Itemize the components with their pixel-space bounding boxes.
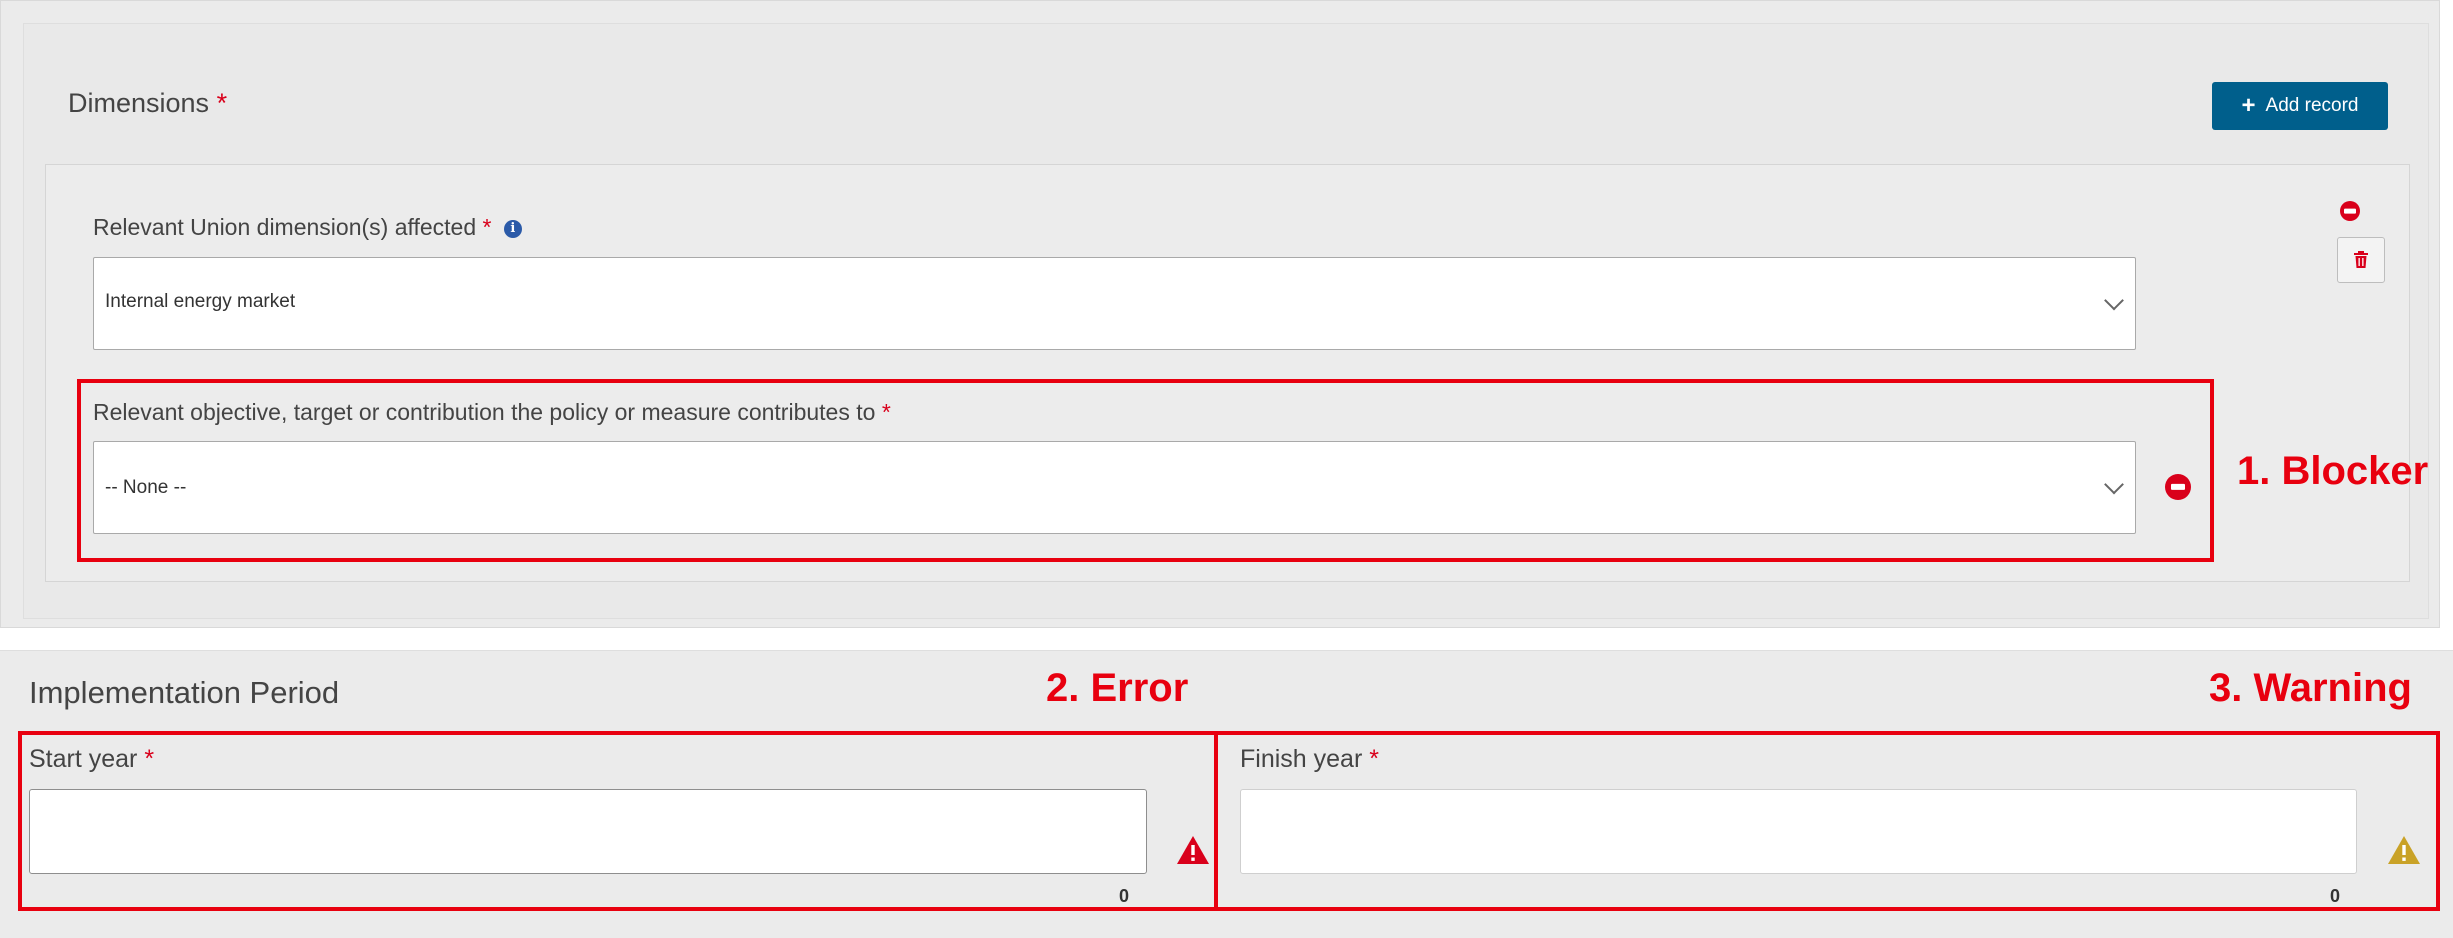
union-dimension-value: Internal energy market xyxy=(105,290,296,312)
add-record-label: Add record xyxy=(2265,95,2359,116)
delete-record-button[interactable] xyxy=(2337,237,2385,283)
required-mark: * xyxy=(881,399,891,425)
info-icon[interactable]: i xyxy=(503,220,522,238)
required-mark: * xyxy=(216,88,228,118)
error-callout: 2. Error xyxy=(1046,666,1189,710)
union-dimension-select[interactable]: Internal energy market xyxy=(93,257,2136,350)
chevron-down-icon xyxy=(2104,290,2124,310)
blocker-callout: 1. Blocker xyxy=(2237,449,2429,493)
required-mark: * xyxy=(482,214,492,240)
finish-year-char-count: 0 xyxy=(2330,886,2341,906)
dimensions-title-text: Dimensions xyxy=(68,88,210,118)
finish-year-input[interactable] xyxy=(1240,789,2357,874)
union-dimension-label: Relevant Union dimension(s) affected * i xyxy=(93,214,522,241)
objective-label: Relevant objective, target or contributi… xyxy=(93,399,891,426)
union-dimension-label-text: Relevant Union dimension(s) affected xyxy=(93,214,477,240)
required-mark: * xyxy=(1369,745,1379,773)
start-year-label: Start year * xyxy=(29,745,154,774)
start-year-label-text: Start year xyxy=(29,745,138,773)
trash-icon xyxy=(2354,251,2368,268)
start-year-input[interactable] xyxy=(29,789,1147,874)
remove-record-icon[interactable] xyxy=(2340,201,2360,221)
chevron-down-icon xyxy=(2104,474,2124,494)
blocker-minus-circle-icon xyxy=(2165,474,2191,500)
warning-callout: 3. Warning xyxy=(2209,666,2412,710)
finish-year-label: Finish year * xyxy=(1240,745,1379,774)
objective-value: -- None -- xyxy=(105,476,187,498)
plus-icon: + xyxy=(2241,92,2256,119)
error-triangle-icon xyxy=(1177,836,1209,864)
required-mark: * xyxy=(144,745,155,773)
objective-select[interactable]: -- None -- xyxy=(93,441,2136,534)
finish-year-label-text: Finish year xyxy=(1240,745,1363,773)
start-year-char-count: 0 xyxy=(1119,886,1130,906)
warning-triangle-icon xyxy=(2388,836,2420,864)
dimensions-title: Dimensions * xyxy=(68,88,227,119)
objective-label-text: Relevant objective, target or contributi… xyxy=(93,399,876,425)
implementation-period-title: Implementation Period xyxy=(29,675,340,710)
add-record-button[interactable]: + Add record xyxy=(2212,82,2388,130)
